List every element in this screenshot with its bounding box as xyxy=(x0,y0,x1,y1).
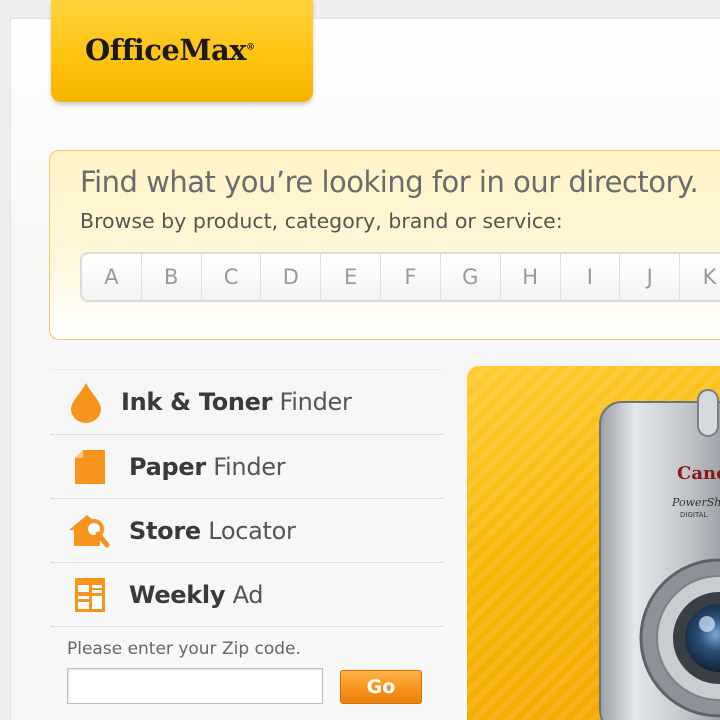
logo-tab[interactable]: OfficeMax® xyxy=(51,0,313,102)
nav-label-light: Finder xyxy=(279,388,352,416)
camera-model: PowerShot xyxy=(672,496,720,509)
letter-h[interactable]: H xyxy=(501,254,561,300)
nav-label-bold: Ink & Toner xyxy=(121,388,273,416)
letter-c[interactable]: C xyxy=(202,254,262,300)
nav-item-store-locator[interactable]: Store Locator xyxy=(51,499,443,563)
logo-text: OfficeMax xyxy=(85,33,247,67)
logo-trademark: ® xyxy=(246,42,255,53)
directory-panel: Find what you’re looking for in our dire… xyxy=(49,150,720,340)
nav-label: Paper Finder xyxy=(121,452,286,481)
nav-label: Store Locator xyxy=(121,517,296,545)
nav-label-bold: Paper xyxy=(129,452,206,481)
nav-label-light: Ad xyxy=(232,580,264,609)
letter-g[interactable]: G xyxy=(441,254,501,300)
nav-label-bold: Weekly xyxy=(129,580,226,609)
nav-label-light: Finder xyxy=(213,452,286,481)
letter-a[interactable]: A xyxy=(82,254,142,300)
letter-i[interactable]: I xyxy=(561,254,621,300)
zip-code-label: Please enter your Zip code. xyxy=(67,639,301,659)
nav-label-bold: Store xyxy=(129,516,201,545)
letter-f[interactable]: F xyxy=(381,254,441,300)
nav-item-weekly-ad[interactable]: Weekly Ad xyxy=(51,563,443,627)
camera-sub: DIGITAL xyxy=(680,511,708,519)
nav-label: Weekly Ad xyxy=(121,581,263,609)
zip-code-input[interactable] xyxy=(67,668,323,704)
camera-brand: Canon xyxy=(677,463,720,484)
nav-item-paper-finder[interactable]: Paper Finder xyxy=(51,435,443,499)
letter-d[interactable]: D xyxy=(261,254,322,300)
quick-links: Ink & Toner Finder Paper Finder Store Lo… xyxy=(51,369,443,627)
directory-title: Find what you’re looking for in our dire… xyxy=(80,165,699,199)
logo[interactable]: OfficeMax® xyxy=(85,33,255,67)
promo-banner[interactable]: Canon PowerShot DIGITAL xyxy=(467,366,720,720)
letter-j[interactable]: J xyxy=(620,254,681,300)
letter-e[interactable]: E xyxy=(321,254,382,300)
store-locator-icon xyxy=(51,512,121,550)
go-button[interactable]: Go xyxy=(340,670,422,704)
camera-image xyxy=(599,389,720,720)
weekly-ad-icon xyxy=(51,576,121,614)
nav-label: Ink & Toner Finder xyxy=(121,388,352,416)
nav-item-ink-toner-finder[interactable]: Ink & Toner Finder xyxy=(51,369,443,435)
letter-b[interactable]: B xyxy=(142,254,202,300)
nav-label-light: Locator xyxy=(208,516,296,545)
letter-k[interactable]: K xyxy=(680,254,720,300)
alphabet-bar: A B C D E F G H I J K xyxy=(80,252,720,302)
directory-subtitle: Browse by product, category, brand or se… xyxy=(80,209,563,233)
paper-icon xyxy=(51,448,121,486)
ink-drop-icon xyxy=(51,381,121,423)
